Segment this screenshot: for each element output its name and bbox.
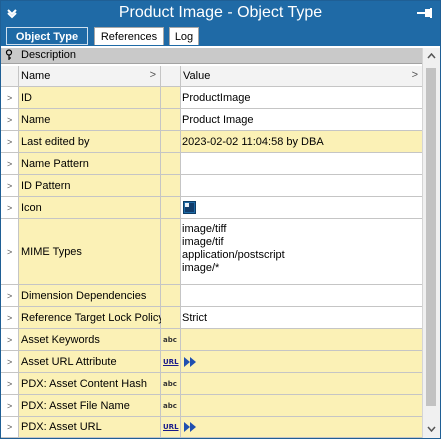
mime-type-item: image/tif — [182, 236, 224, 248]
play-icon[interactable] — [183, 422, 199, 432]
key-icon — [5, 49, 13, 60]
pin-icon[interactable] — [416, 7, 434, 19]
chevron-right-icon[interactable]: > — [7, 93, 12, 102]
table-row[interactable]: > PDX: Asset File Name abc — [1, 395, 422, 417]
row-value: 2023-02-02 11:04:58 by DBA — [182, 135, 324, 148]
image-icon[interactable] — [183, 200, 196, 214]
chevron-right-icon[interactable]: > — [7, 115, 12, 124]
mime-type-item: application/postscript — [182, 249, 285, 261]
chevron-right-icon[interactable]: > — [7, 401, 12, 410]
row-name: Asset URL Attribute — [21, 355, 117, 368]
table-row[interactable]: > Name Product Image — [1, 109, 422, 131]
chevron-right-icon: > — [149, 69, 156, 81]
scroll-up-icon[interactable] — [427, 53, 436, 59]
vertical-scrollbar[interactable] — [422, 48, 440, 438]
tab-references[interactable]: References — [94, 27, 164, 45]
row-name: Asset Keywords — [21, 333, 100, 346]
column-header-value[interactable]: Value > — [181, 66, 422, 86]
content-area: Description Name > Value > > ID ProductI — [1, 46, 440, 438]
table-row[interactable]: > ID Pattern — [1, 175, 422, 197]
table-row[interactable]: > Icon — [1, 197, 422, 219]
row-name: Name Pattern — [21, 157, 89, 170]
chevron-right-icon[interactable]: > — [7, 335, 12, 344]
chevron-right-icon[interactable]: > — [7, 137, 12, 146]
row-value[interactable]: Strict — [182, 312, 207, 324]
chevron-right-icon[interactable]: > — [7, 181, 12, 190]
table-row[interactable]: > Last edited by 2023-02-02 11:04:58 by … — [1, 131, 422, 153]
row-name: PDX: Asset Content Hash — [21, 377, 147, 390]
row-name: Icon — [21, 201, 42, 214]
title-bar: Product Image - Object Type — [1, 1, 440, 25]
chevron-right-icon: > — [411, 69, 418, 81]
play-icon[interactable] — [183, 356, 199, 367]
row-value[interactable]: ProductImage — [182, 92, 250, 104]
column-header-name[interactable]: Name > — [19, 66, 161, 86]
row-name: Last edited by — [21, 135, 90, 148]
row-name: Reference Target Lock Policy — [21, 311, 164, 324]
table-row[interactable]: > ID ProductImage — [1, 87, 422, 109]
tab-bar: Object Type References Log — [1, 25, 440, 46]
table-row[interactable]: > Name Pattern — [1, 153, 422, 175]
table-row[interactable]: > Reference Target Lock Policy Strict — [1, 307, 422, 329]
row-name: Dimension Dependencies — [21, 289, 147, 302]
chevron-right-icon[interactable]: > — [7, 203, 12, 212]
scrollbar-thumb[interactable] — [426, 68, 436, 406]
row-name: ID Pattern — [21, 179, 71, 192]
chevron-right-icon[interactable]: > — [7, 313, 12, 322]
url-type-badge: URL — [163, 423, 179, 431]
row-value[interactable]: Product Image — [182, 114, 254, 126]
table-row[interactable]: > Asset Keywords abc — [1, 329, 422, 351]
scroll-down-icon[interactable] — [427, 426, 436, 432]
window-title: Product Image - Object Type — [118, 4, 323, 21]
section-header-description[interactable]: Description — [1, 48, 422, 64]
chevron-right-icon[interactable]: > — [7, 159, 12, 168]
row-name: PDX: Asset URL — [21, 421, 102, 433]
row-name: MIME Types — [21, 245, 82, 258]
table-row[interactable]: > PDX: Asset Content Hash abc — [1, 373, 422, 395]
row-name: PDX: Asset File Name — [21, 399, 130, 412]
chevron-right-icon[interactable]: > — [7, 357, 12, 366]
table-row[interactable]: > MIME Types image/tiff image/tif applic… — [1, 219, 422, 285]
table-row[interactable]: > Dimension Dependencies — [1, 285, 422, 307]
grid-header: Name > Value > — [1, 66, 422, 87]
tab-object-type[interactable]: Object Type — [6, 27, 88, 45]
mime-type-item: image/* — [182, 262, 220, 274]
text-type-badge: abc — [163, 335, 177, 344]
table-row[interactable]: > PDX: Asset URL URL — [1, 417, 422, 438]
mime-type-item: image/tiff — [182, 223, 227, 235]
table-row[interactable]: > Asset URL Attribute URL — [1, 351, 422, 373]
row-name: ID — [21, 91, 32, 104]
url-type-badge: URL — [163, 357, 179, 366]
row-name: Name — [21, 113, 51, 126]
tab-log[interactable]: Log — [169, 27, 199, 45]
object-type-window: Product Image - Object Type Object Type … — [0, 0, 441, 439]
chevron-right-icon[interactable]: > — [7, 247, 12, 256]
chevron-right-icon[interactable]: > — [7, 291, 12, 300]
chevron-right-icon[interactable]: > — [7, 423, 12, 432]
text-type-badge: abc — [163, 379, 177, 388]
chevron-right-icon[interactable]: > — [7, 379, 12, 388]
mime-types-list[interactable]: image/tiff image/tif application/postscr… — [182, 223, 285, 275]
text-type-badge: abc — [163, 401, 177, 410]
section-label: Description — [21, 49, 77, 61]
